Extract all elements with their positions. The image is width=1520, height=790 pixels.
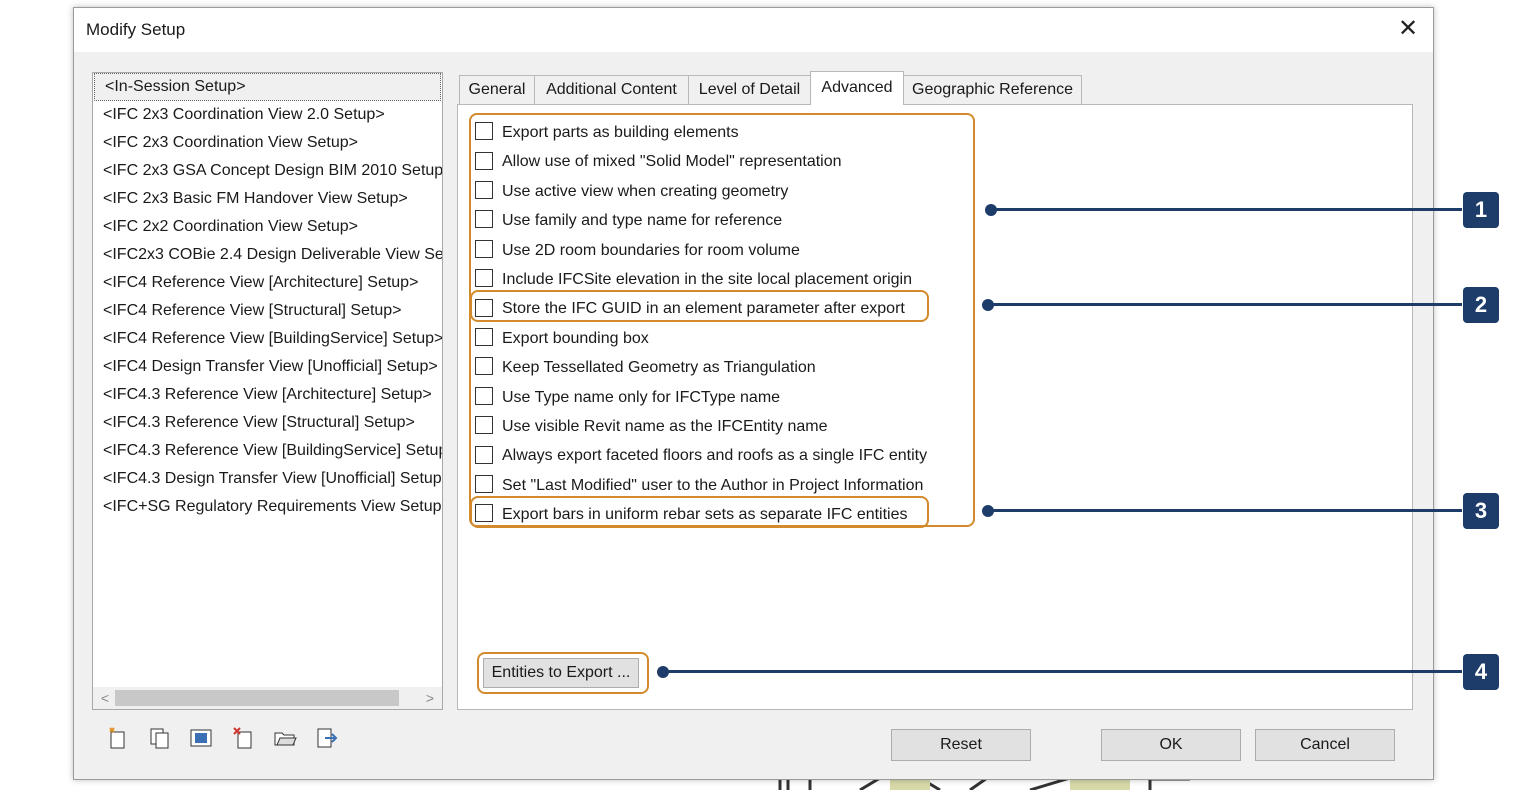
close-icon[interactable]: ✕	[1393, 14, 1423, 44]
callout-leader	[993, 303, 1462, 306]
callout-leader	[996, 208, 1462, 211]
scroll-left-icon[interactable]: <	[95, 687, 115, 709]
setup-list-item[interactable]: <IFC4.3 Design Transfer View [Unofficial…	[93, 465, 442, 493]
delete-setup-icon[interactable]	[230, 726, 256, 752]
dialog-title: Modify Setup	[86, 20, 186, 39]
highlight-entities-button	[477, 652, 649, 694]
setup-list-item[interactable]: <IFC 2x3 Coordination View 2.0 Setup>	[93, 101, 442, 129]
ok-button[interactable]: OK	[1101, 729, 1241, 761]
highlight-export-rebar	[470, 496, 929, 528]
setup-list-item[interactable]: <IFC4.3 Reference View [Structural] Setu…	[93, 409, 442, 437]
setup-list-item[interactable]: <IFC4 Reference View [Architecture] Setu…	[93, 269, 442, 297]
scroll-right-icon[interactable]: >	[420, 687, 440, 709]
callout-leader	[993, 509, 1462, 512]
setup-list-item[interactable]: <IFC2x3 COBie 2.4 Design Deliverable Vie…	[93, 241, 442, 269]
callout-badge-1: 1	[1463, 192, 1499, 228]
title-bar: Modify Setup ✕	[74, 8, 1433, 52]
rename-setup-icon[interactable]	[188, 726, 214, 752]
tab-geographic-reference[interactable]: Geographic Reference	[903, 75, 1082, 104]
new-setup-icon[interactable]	[104, 726, 130, 752]
callout-badge-3: 3	[1463, 493, 1499, 529]
duplicate-setup-icon[interactable]	[146, 726, 172, 752]
import-setup-icon[interactable]	[272, 726, 298, 752]
horizontal-scrollbar[interactable]: < >	[93, 687, 442, 709]
setup-list-item[interactable]: <IFC 2x3 Basic FM Handover View Setup>	[93, 185, 442, 213]
setup-list-item[interactable]: <IFC 2x3 GSA Concept Design BIM 2010 Set…	[93, 157, 442, 185]
setup-list-item[interactable]: <IFC 2x2 Coordination View Setup>	[93, 213, 442, 241]
export-setup-icon[interactable]	[314, 726, 340, 752]
setup-list-item[interactable]: <IFC4 Reference View [Structural] Setup>	[93, 297, 442, 325]
setup-list-item[interactable]: <In-Session Setup>	[94, 73, 441, 101]
callout-leader	[668, 670, 1462, 673]
callout-badge-4: 4	[1463, 654, 1499, 690]
setup-list-item[interactable]: <IFC4.3 Reference View [BuildingService]…	[93, 437, 442, 465]
tab-general[interactable]: General	[459, 75, 535, 104]
setup-list-item[interactable]: <IFC+SG Regulatory Requirements View Set…	[93, 493, 442, 521]
scrollbar-thumb[interactable]	[115, 690, 399, 706]
setup-list-item[interactable]: <IFC4 Reference View [BuildingService] S…	[93, 325, 442, 353]
tab-additional-content[interactable]: Additional Content	[534, 75, 689, 104]
highlight-store-guid	[470, 290, 929, 322]
setup-list-item[interactable]: <IFC4.3 Reference View [Architecture] Se…	[93, 381, 442, 409]
setup-list-item[interactable]: <IFC 2x3 Coordination View Setup>	[93, 129, 442, 157]
setup-list-item[interactable]: <IFC4 Design Transfer View [Unofficial] …	[93, 353, 442, 381]
cancel-button[interactable]: Cancel	[1255, 729, 1395, 761]
tab-advanced[interactable]: Advanced	[810, 71, 904, 105]
tab-level-of-detail[interactable]: Level of Detail	[688, 75, 811, 104]
reset-button[interactable]: Reset	[891, 729, 1031, 761]
setup-list[interactable]: <In-Session Setup> <IFC 2x3 Coordination …	[92, 72, 443, 710]
callout-badge-2: 2	[1463, 287, 1499, 323]
